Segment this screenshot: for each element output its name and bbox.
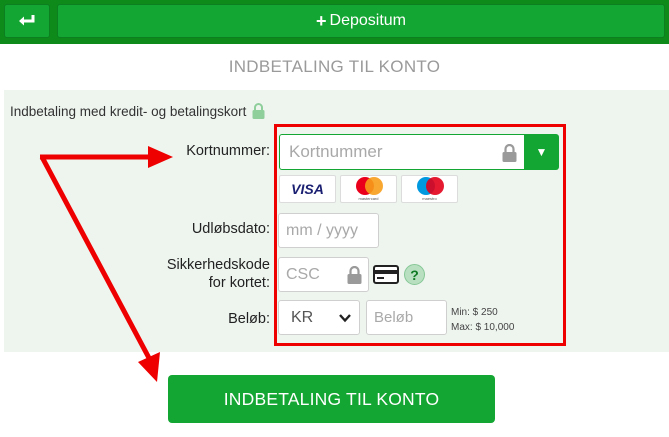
caret-down-icon: ▼ [535,145,548,159]
visa-logo-text: VISA [291,181,324,197]
card-number-input[interactable]: Kortnummer [279,134,525,170]
max-amount: Max: $ 10,000 [451,322,515,333]
maestro-logo-text: maestro [422,196,437,201]
deposit-button-label: Depositum [329,12,406,29]
submit-deposit-button[interactable]: INDBETALING TIL KONTO [168,375,495,423]
return-arrow-icon [19,15,35,26]
amount-input[interactable]: Beløb [366,300,447,335]
card-number-label: Kortnummer: [186,143,270,159]
plus-icon: + [316,10,327,31]
amount-label: Beløb: [228,311,270,327]
min-amount: Min: $ 250 [451,307,498,318]
expiry-label: Udløbsdato: [191,221,270,237]
help-icon-symbol: ? [410,266,419,283]
top-bar: + Depositum [0,0,669,44]
csc-label-line2: for kortet: [208,275,270,291]
mastercard-logo: mastercard [340,175,397,203]
lock-icon [347,266,362,284]
csc-input[interactable]: CSC [278,257,369,292]
help-icon[interactable]: ? [404,264,425,285]
maestro-logo: maestro [401,175,458,203]
csc-placeholder: CSC [286,265,320,283]
lock-icon [252,103,265,119]
card-number-placeholder: Kortnummer [289,142,383,161]
currency-select[interactable]: KR [278,300,360,335]
expiry-input[interactable]: mm / yyyy [278,213,379,248]
credit-card-icon [373,265,399,284]
currency-value: KR [291,308,314,326]
maestro-circles-icon [414,177,446,195]
visa-logo: VISA [279,175,336,203]
back-button[interactable] [4,4,50,38]
payment-method-row: Indbetaling med kredit- og betalingskort [10,103,265,119]
mastercard-logo-text: mastercard [358,196,379,201]
page-title: INDBETALING TIL KONTO [228,57,441,76]
lock-icon [502,144,517,162]
csc-label-line1: Sikkerhedskode [166,257,270,273]
csc-label: Sikkerhedskode for kortet: [140,256,270,292]
deposit-button[interactable]: + Depositum [57,4,665,38]
card-type-dropdown[interactable]: ▼ [524,134,559,170]
mastercard-circles-icon [353,177,385,195]
payment-method-label: Indbetaling med kredit- og betalingskort [10,103,247,119]
expiry-placeholder: mm / yyyy [286,221,358,239]
amount-placeholder: Beløb [374,309,414,326]
amount-limits: Min: $ 250 Max: $ 10,000 [451,305,514,335]
chevron-down-icon [339,314,351,323]
